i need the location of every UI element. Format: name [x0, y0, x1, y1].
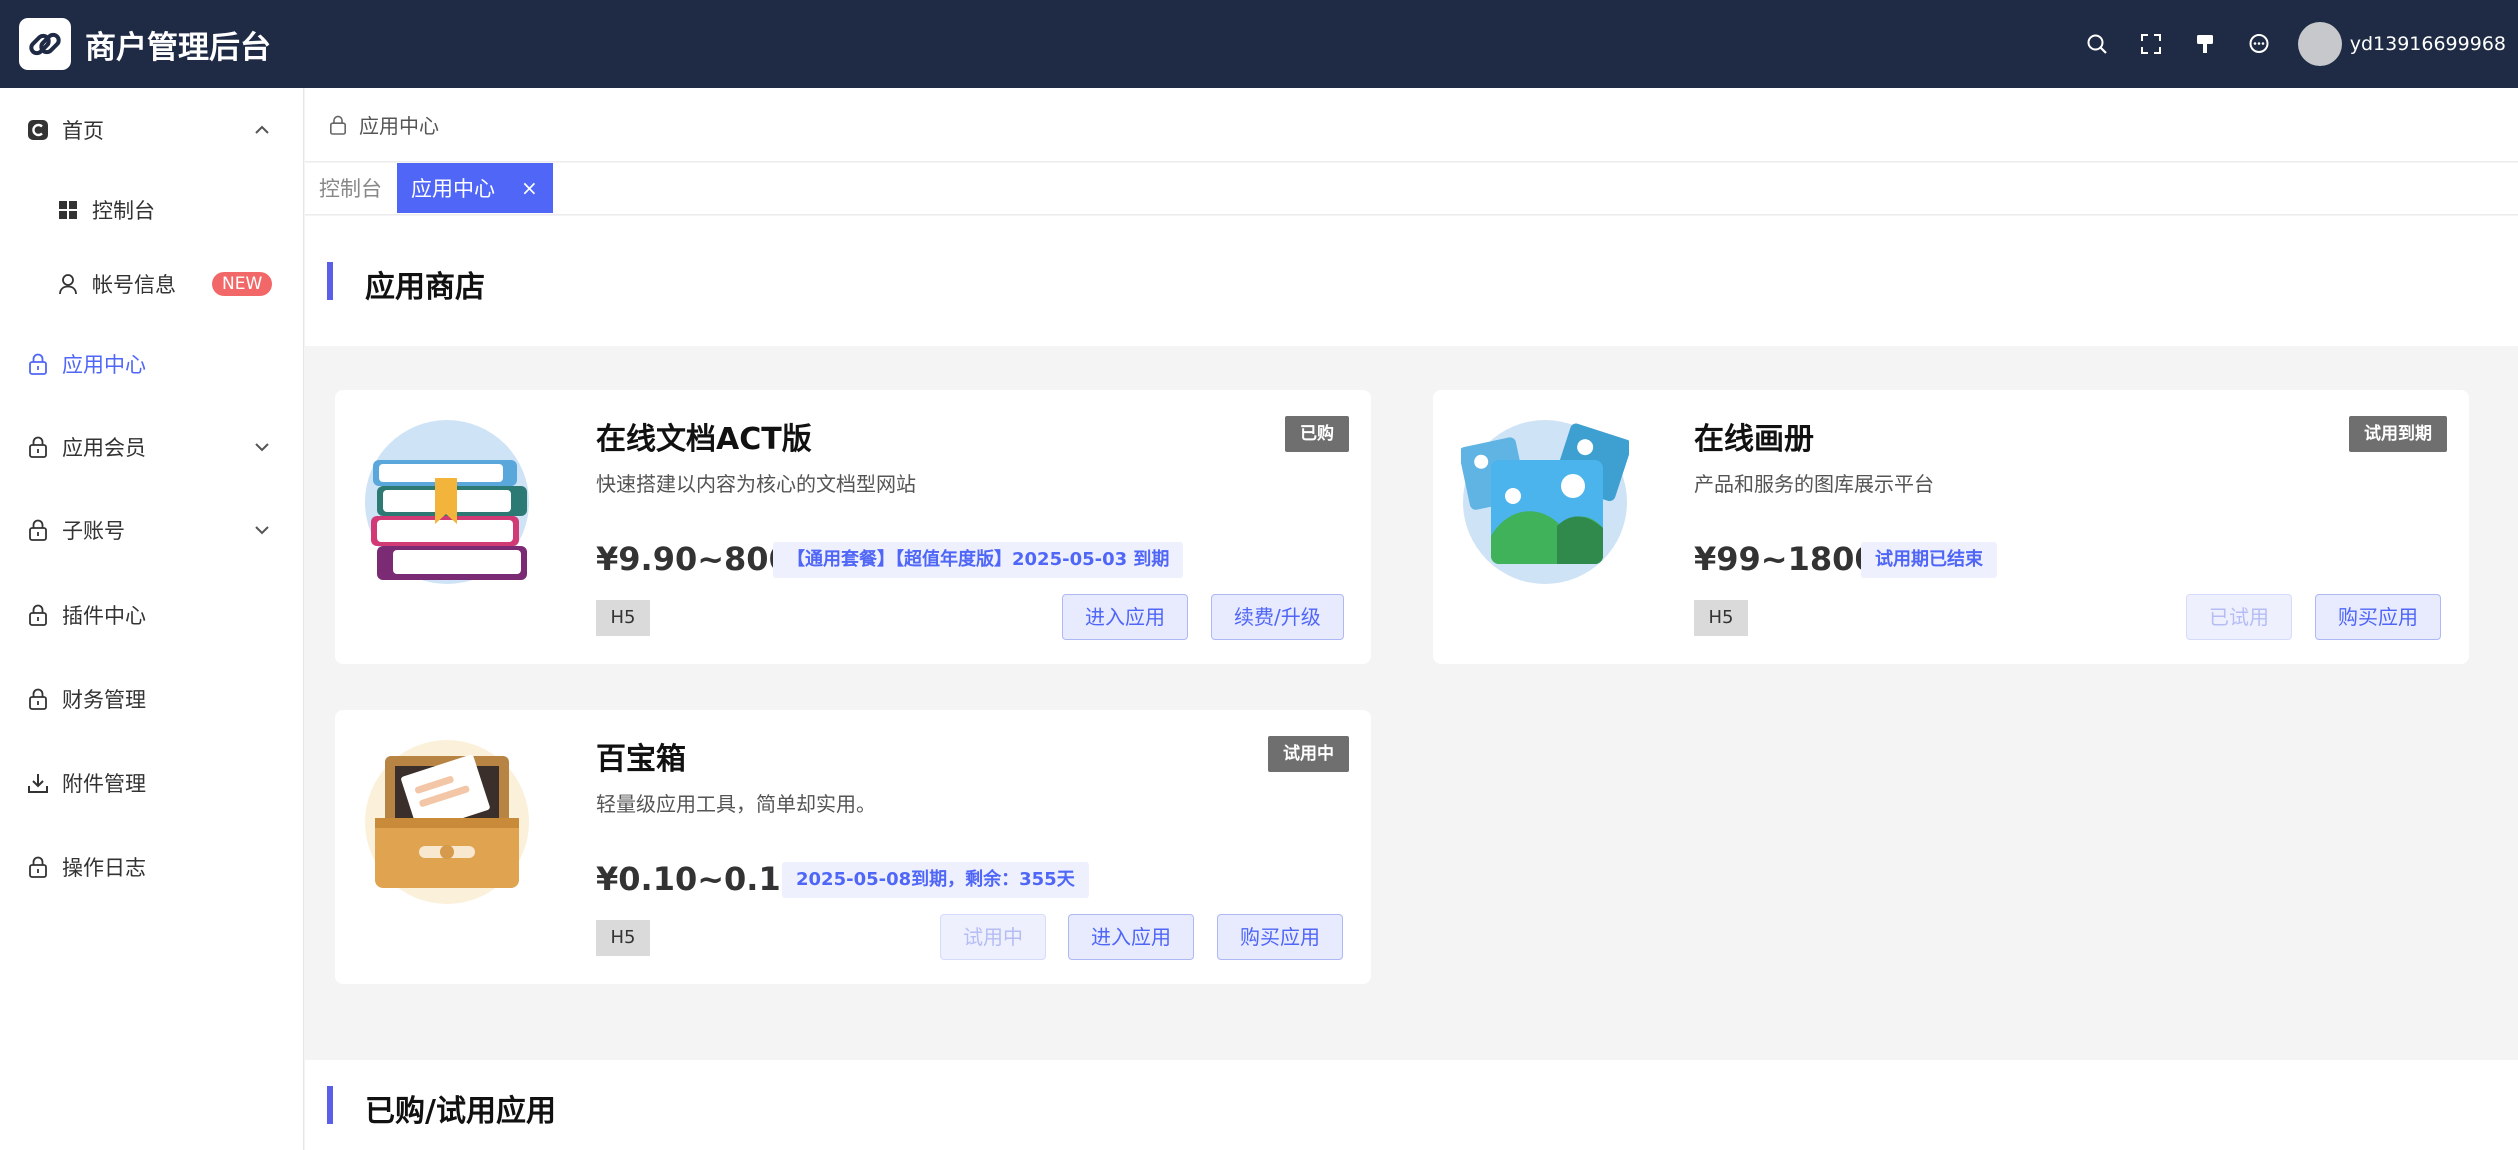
platform-badge: H5	[1694, 600, 1748, 636]
status-badge: 已购	[1285, 416, 1349, 452]
username[interactable]: yd13916699968	[2350, 33, 2506, 55]
tab-dashboard[interactable]: 控制台	[319, 163, 382, 213]
app-desc: 快速搭建以内容为核心的文档型网站	[596, 472, 916, 496]
sidebar-item-label: 应用中心	[62, 353, 146, 377]
chevron-down-icon	[255, 526, 269, 535]
sidebar: 首页 控制台 帐号信息 NEW 应用中心 应用会员 子账号 插件中心 财务管理 …	[0, 88, 304, 1150]
app-name: 百宝箱	[596, 742, 686, 777]
renew-upgrade-button[interactable]: 续费/升级	[1211, 594, 1344, 640]
lock-icon	[26, 603, 50, 627]
chevron-up-icon	[255, 125, 269, 134]
sidebar-item-app-center[interactable]: 应用中心	[0, 332, 304, 396]
sidebar-item-label: 应用会员	[62, 436, 146, 460]
sidebar-item-dashboard[interactable]: 控制台	[0, 178, 304, 242]
app-price: ¥0.10~0.10	[596, 860, 803, 898]
section-title: 应用商店	[365, 270, 485, 305]
breadcrumb: 应用中心	[305, 88, 2518, 162]
app-name: 在线画册	[1694, 422, 1814, 457]
paint-brush-icon[interactable]	[2178, 17, 2232, 71]
tried-button[interactable]: 已试用	[2186, 594, 2292, 640]
enter-app-button[interactable]: 进入应用	[1068, 914, 1194, 960]
tab-app-center[interactable]: 应用中心 ×	[397, 163, 553, 213]
new-badge: NEW	[212, 272, 273, 296]
download-icon	[26, 771, 50, 795]
section-accent-bar	[327, 262, 333, 300]
section-accent-bar	[327, 1086, 333, 1124]
top-bar: 商户管理后台 yd13916699968	[0, 0, 2518, 88]
breadcrumb-label[interactable]: 应用中心	[359, 110, 439, 139]
lock-icon	[26, 435, 50, 459]
subscription-tag: 试用期已结束	[1861, 542, 1997, 578]
app-card: 百宝箱 轻量级应用工具，简单却实用。 ¥0.10~0.10 2025-05-08…	[335, 710, 1371, 984]
avatar[interactable]	[2297, 22, 2342, 66]
close-icon[interactable]: ×	[521, 176, 538, 200]
lock-icon	[26, 687, 50, 711]
sidebar-item-label: 控制台	[92, 199, 155, 223]
lock-icon	[26, 518, 50, 542]
sidebar-item-plugin-center[interactable]: 插件中心	[0, 583, 304, 647]
user-icon	[56, 272, 80, 296]
sidebar-item-label: 插件中心	[62, 604, 146, 628]
lock-icon	[329, 114, 351, 136]
app-desc: 轻量级应用工具，简单却实用。	[596, 792, 876, 816]
sidebar-item-app-member[interactable]: 应用会员	[0, 415, 304, 479]
enter-app-button[interactable]: 进入应用	[1062, 594, 1188, 640]
sidebar-item-label: 操作日志	[62, 856, 146, 880]
header-actions: yd13916699968	[2070, 0, 2506, 88]
subscription-tag: 【通用套餐】【超值年度版】2025-05-03 到期	[773, 542, 1184, 578]
sidebar-item-label: 子账号	[62, 519, 125, 543]
trial-button[interactable]: 试用中	[940, 914, 1046, 960]
tabs-bar: 控制台 应用中心 ×	[305, 163, 2518, 215]
sidebar-item-label: 财务管理	[62, 688, 146, 712]
sidebar-item-label: 帐号信息	[92, 273, 176, 297]
app-card: 在线文档ACT版 快速搭建以内容为核心的文档型网站 ¥9.90~800 【通用套…	[335, 390, 1371, 664]
album-icon	[1461, 420, 1629, 584]
status-badge: 试用中	[1268, 736, 1349, 772]
app-desc: 产品和服务的图库展示平台	[1694, 472, 1934, 496]
sidebar-item-finance[interactable]: 财务管理	[0, 667, 304, 731]
link-logo-icon[interactable]	[19, 18, 71, 70]
sidebar-item-label: 附件管理	[62, 772, 146, 796]
fullscreen-icon[interactable]	[2124, 17, 2178, 71]
app-price: ¥99~1800	[1694, 540, 1877, 578]
app-price: ¥9.90~800	[596, 540, 791, 578]
dashboard-icon	[56, 198, 80, 222]
tab-label: 应用中心	[411, 177, 495, 201]
subscription-tag: 2025-05-08到期，剩余：355天	[782, 862, 1089, 898]
app-title: 商户管理后台	[85, 29, 271, 66]
platform-badge: H5	[596, 920, 650, 956]
books-icon	[365, 420, 529, 584]
lock-icon	[26, 352, 50, 376]
section-title: 已购/试用应用	[365, 1094, 556, 1129]
buy-app-button[interactable]: 购买应用	[1217, 914, 1343, 960]
chevron-down-icon	[255, 443, 269, 452]
status-badge: 试用到期	[2349, 416, 2447, 452]
store-section-header: 应用商店	[305, 216, 2518, 346]
lock-icon	[26, 855, 50, 879]
platform-badge: H5	[596, 600, 650, 636]
sidebar-item-operation-log[interactable]: 操作日志	[0, 835, 304, 899]
message-icon[interactable]	[2232, 17, 2286, 71]
sidebar-item-attachments[interactable]: 附件管理	[0, 751, 304, 815]
sidebar-item-home[interactable]: 首页	[0, 98, 304, 162]
app-name: 在线文档ACT版	[596, 422, 812, 457]
search-icon[interactable]	[2070, 17, 2124, 71]
app-card: 在线画册 产品和服务的图库展示平台 ¥99~1800 试用期已结束 试用到期 H…	[1433, 390, 2469, 664]
sidebar-item-account[interactable]: 帐号信息 NEW	[0, 252, 304, 316]
treasure-box-icon	[365, 740, 529, 904]
sidebar-item-label: 首页	[62, 119, 104, 143]
sidebar-item-sub-account[interactable]: 子账号	[0, 498, 304, 562]
buy-app-button[interactable]: 购买应用	[2315, 594, 2441, 640]
purchased-section-header: 已购/试用应用	[305, 1060, 2518, 1150]
home-icon	[26, 118, 50, 142]
